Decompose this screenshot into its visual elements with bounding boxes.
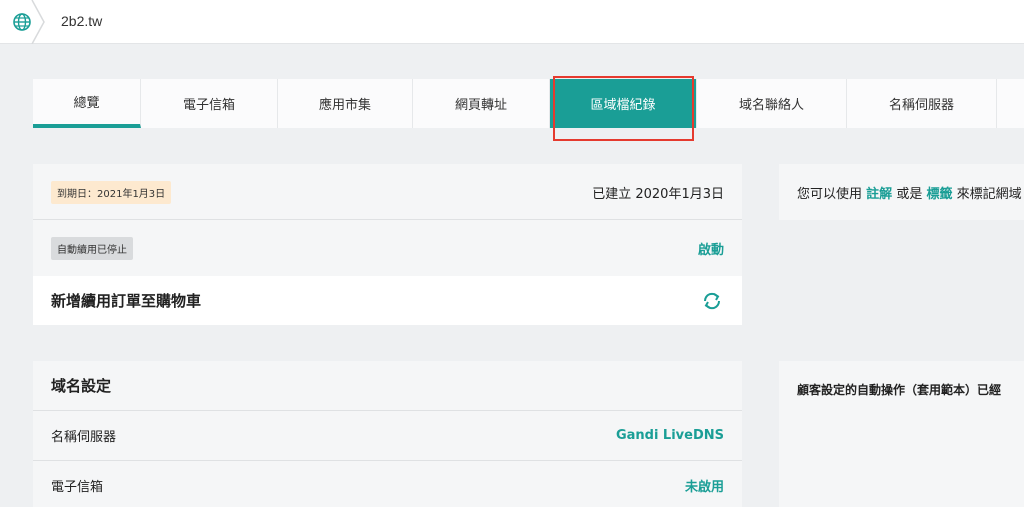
- renew-icon[interactable]: [700, 289, 724, 313]
- tab-web-redirect[interactable]: 網頁轉址: [413, 79, 550, 128]
- created-date: 已建立 2020年1月3日: [592, 186, 724, 202]
- tab-nameservers[interactable]: 名稱伺服器: [847, 79, 997, 128]
- domain-tabs: 總覽 電子信箱 應用市集 網頁轉址 區域檔紀錄 域名聯絡人 名稱伺服器: [33, 79, 1024, 128]
- tab-overview[interactable]: 總覽: [33, 79, 141, 128]
- email-row: 電子信箱 未啟用: [33, 461, 742, 507]
- enable-autorenew-link[interactable]: 啟動: [698, 239, 724, 258]
- tab-overflow[interactable]: [997, 79, 1024, 128]
- notes-link[interactable]: 註解: [866, 187, 892, 202]
- add-renewal-row[interactable]: 新增續用訂單至購物車: [33, 276, 742, 325]
- email-status-link[interactable]: 未啟用: [685, 476, 724, 495]
- domain-status-card: 到期日：2021年1月3日 已建立 2020年1月3日 自動續用已停止 啟動 新…: [33, 164, 742, 325]
- autorenew-status-badge: 自動續用已停止: [51, 236, 133, 260]
- breadcrumb-domain[interactable]: 2b2.tw: [61, 13, 102, 29]
- automation-card: 顧客設定的自動操作（套用範本）已經: [779, 361, 1024, 507]
- expiry-badge: 到期日：2021年1月3日: [51, 180, 172, 204]
- settings-title: 域名設定: [51, 377, 112, 395]
- top-bar: 2b2.tw: [0, 0, 1024, 44]
- tags-hint-text: 您可以使用 註解 或是 標籤 來標記網域: [797, 186, 1022, 202]
- domain-settings-card: 域名設定 名稱伺服器 Gandi LiveDNS 電子信箱 未啟用: [33, 361, 742, 507]
- breadcrumb-separator-icon: [31, 0, 45, 44]
- nameservers-link[interactable]: Gandi LiveDNS: [616, 428, 724, 443]
- tab-email[interactable]: 電子信箱: [141, 79, 278, 128]
- tab-domain-contacts[interactable]: 域名聯絡人: [697, 79, 847, 128]
- tags-link[interactable]: 標籤: [926, 187, 952, 202]
- nameservers-label: 名稱伺服器: [51, 430, 117, 445]
- tab-zone-records[interactable]: 區域檔紀錄: [550, 79, 697, 128]
- email-label: 電子信箱: [51, 480, 104, 495]
- tags-hint-card: 您可以使用 註解 或是 標籤 來標記網域: [779, 164, 1024, 220]
- automation-text: 顧客設定的自動操作（套用範本）已經: [797, 382, 1002, 397]
- tab-app-market[interactable]: 應用市集: [278, 79, 413, 128]
- add-renewal-label: 新增續用訂單至購物車: [51, 292, 202, 310]
- nameservers-row: 名稱伺服器 Gandi LiveDNS: [33, 411, 742, 460]
